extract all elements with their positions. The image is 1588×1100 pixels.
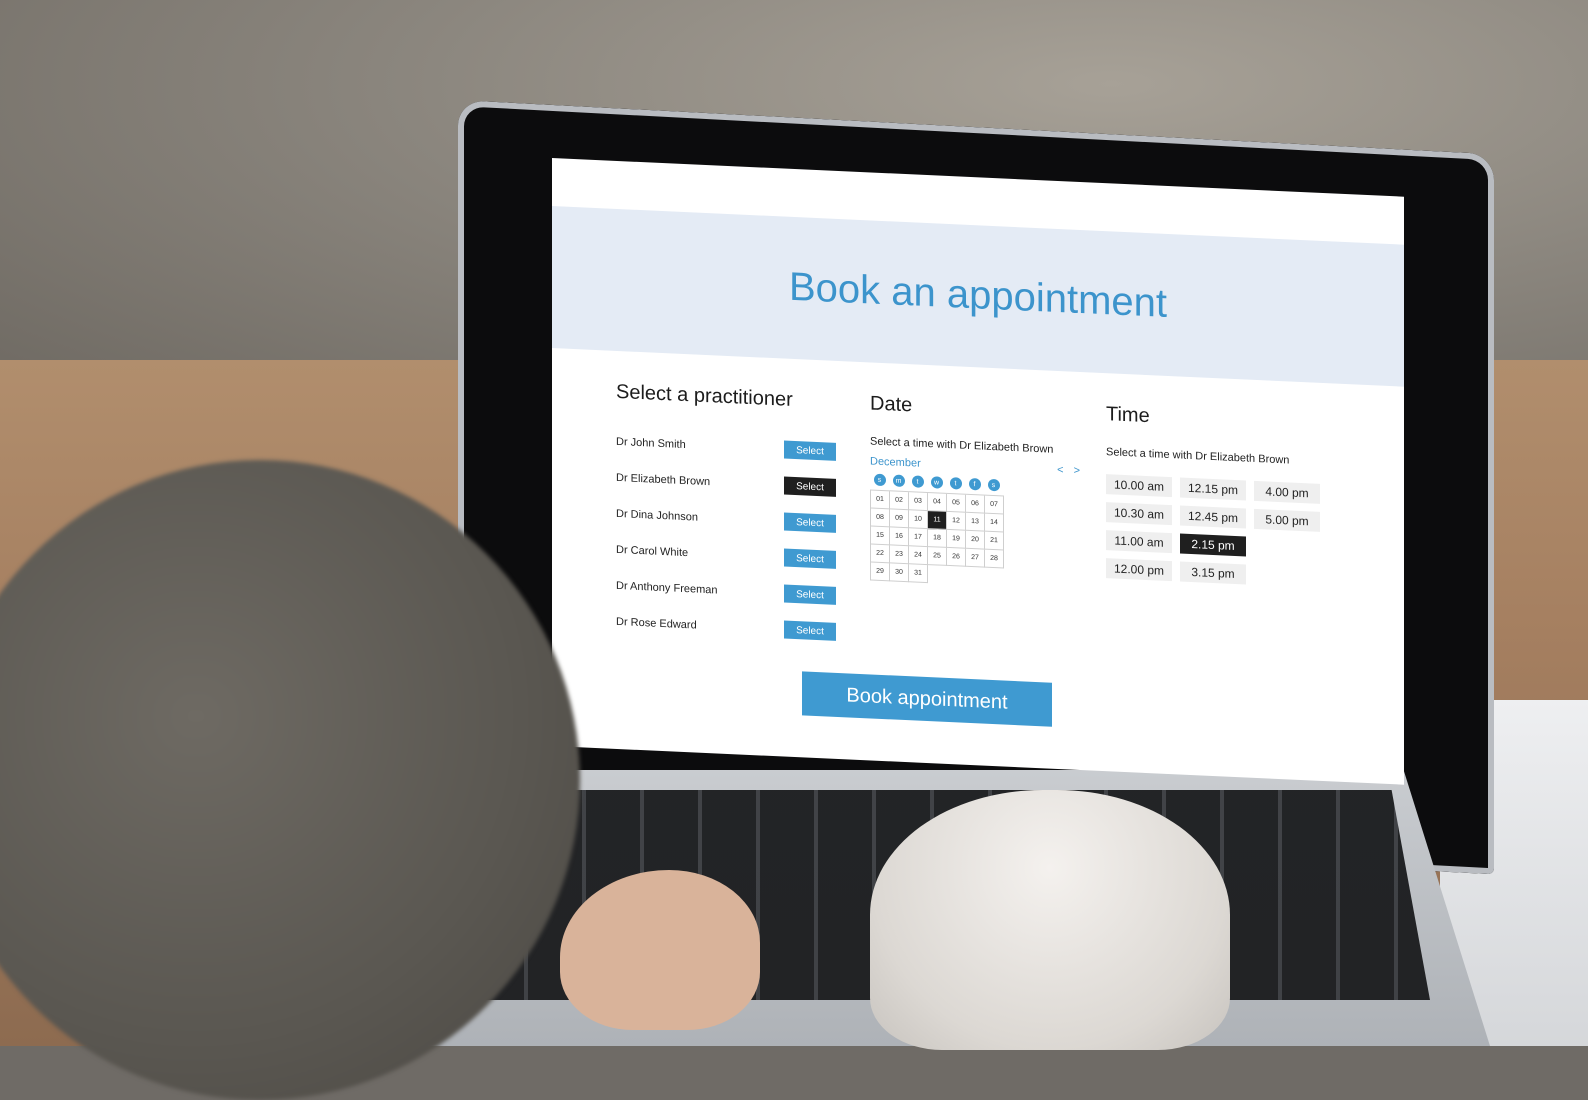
calendar-day[interactable]: 27 (966, 548, 985, 568)
calendar-day[interactable]: 22 (871, 544, 890, 564)
practitioner-list: Dr John Smith Select Dr Elizabeth Brown Sel… (616, 424, 836, 650)
calendar-day[interactable]: 21 (985, 531, 1004, 551)
calendar-day[interactable]: 06 (966, 494, 985, 514)
calendar-grid: 01 02 03 04 05 06 07 08 09 10 11 12 13 14 15 16 17 18 19 20… (870, 489, 1004, 587)
time-slot-button[interactable]: 11.00 am (1106, 530, 1172, 554)
date-section: Date Select a time with Dr Elizabeth Bro… (870, 392, 1080, 590)
practitioner-section: Select a practitioner Dr John Smith Selec… (616, 381, 836, 650)
calendar-day[interactable]: 01 (871, 490, 890, 510)
calendar-day[interactable]: 20 (966, 530, 985, 550)
calendar-day[interactable]: 19 (947, 529, 966, 549)
calendar-day[interactable]: 05 (947, 493, 966, 513)
photo-background: Book an appointment Select a practitione… (0, 0, 1588, 1100)
select-practitioner-button[interactable]: Select (784, 476, 836, 497)
page-title: Book an appointment (788, 264, 1168, 326)
calendar-day[interactable]: 30 (890, 563, 909, 583)
weekday-label: f (968, 477, 981, 491)
calendar-day[interactable]: 16 (890, 527, 909, 547)
time-slot-button[interactable]: 3.15 pm (1180, 561, 1246, 585)
calendar-day[interactable]: 12 (947, 511, 966, 531)
select-practitioner-button[interactable]: Select (784, 620, 836, 641)
practitioner-name: Dr Carol White (616, 543, 689, 560)
weekday-label: t (911, 475, 924, 488)
calendar-day[interactable]: 10 (909, 510, 928, 530)
calendar-day[interactable]: 08 (871, 508, 890, 528)
practitioner-name: Dr Anthony Freeman (616, 579, 718, 597)
calendar-nav: < > (1057, 464, 1080, 477)
hero-banner: Book an appointment (552, 206, 1404, 387)
weekday-label: w (930, 476, 943, 489)
calendar-day[interactable]: 23 (890, 545, 909, 565)
practitioner-name: Dr Elizabeth Brown (616, 471, 711, 489)
practitioner-heading: Select a practitioner (616, 380, 793, 411)
calendar-day[interactable]: 13 (966, 512, 985, 532)
calendar-day[interactable]: 24 (909, 546, 928, 566)
next-month-button[interactable]: > (1074, 465, 1080, 477)
time-slot-button[interactable]: 5.00 pm (1254, 508, 1320, 532)
select-practitioner-button[interactable]: Select (784, 548, 836, 569)
calendar-day[interactable]: 25 (928, 547, 947, 566)
calendar-day[interactable]: 11 (928, 511, 947, 530)
prev-month-button[interactable]: < (1057, 464, 1063, 476)
calendar-day[interactable]: 03 (909, 492, 928, 512)
time-section: Time Select a time with Dr Elizabeth Bro… (1106, 403, 1346, 589)
calendar-day[interactable]: 15 (871, 526, 890, 546)
calendar-day[interactable]: 17 (909, 528, 928, 548)
empty-slot (1254, 565, 1320, 588)
calendar-day[interactable]: 02 (890, 491, 909, 511)
weekday-label: t (949, 477, 962, 490)
laptop-screen: Book an appointment Select a practitione… (552, 158, 1404, 785)
select-practitioner-button[interactable]: Select (784, 440, 836, 461)
time-slot-button[interactable]: 10.00 am (1106, 474, 1172, 498)
weekday-label: s (873, 473, 886, 487)
calendar-day[interactable]: 09 (890, 509, 909, 529)
select-practitioner-button[interactable]: Select (784, 512, 836, 533)
time-slot-button[interactable]: 12.15 pm (1180, 477, 1246, 501)
calendar-day[interactable]: 14 (985, 513, 1004, 533)
coffee-cup (870, 790, 1230, 1050)
time-slot-button[interactable]: 4.00 pm (1254, 480, 1320, 504)
date-heading: Date (870, 392, 913, 417)
time-slot-button[interactable]: 2.15 pm (1180, 533, 1246, 557)
calendar-day[interactable]: 07 (985, 495, 1004, 515)
time-slot-button[interactable]: 10.30 am (1106, 502, 1172, 526)
calendar-day[interactable]: 18 (928, 529, 947, 548)
weekday-label: m (892, 474, 905, 488)
calendar-month: December (870, 455, 921, 470)
empty-slot (1254, 537, 1320, 560)
calendar-day[interactable]: 29 (871, 562, 890, 582)
book-appointment-button[interactable]: Book appointment (802, 671, 1052, 727)
practitioner-name: Dr Dina Johnson (616, 507, 698, 524)
calendar-header: December < > (870, 455, 1080, 477)
time-heading: Time (1106, 403, 1150, 428)
calendar-day[interactable]: 28 (985, 549, 1004, 569)
practitioner-name: Dr Rose Edward (616, 615, 697, 632)
practitioner-name: Dr John Smith (616, 435, 686, 452)
select-practitioner-button[interactable]: Select (784, 584, 836, 605)
date-subtitle: Select a time with Dr Elizabeth Brown (870, 435, 1054, 456)
time-slot-button[interactable]: 12.45 pm (1180, 505, 1246, 529)
time-slot-button[interactable]: 12.00 pm (1106, 558, 1172, 582)
weekday-label: s (987, 478, 1000, 492)
calendar-day[interactable]: 26 (947, 547, 966, 567)
calendar-day[interactable]: 31 (909, 564, 928, 584)
time-subtitle: Select a time with Dr Elizabeth Brown (1106, 446, 1290, 467)
calendar-day[interactable]: 04 (928, 493, 947, 512)
time-slot-grid: 10.00 am 12.15 pm 4.00 pm 10.30 am 12.45 pm 5… (1106, 474, 1346, 589)
